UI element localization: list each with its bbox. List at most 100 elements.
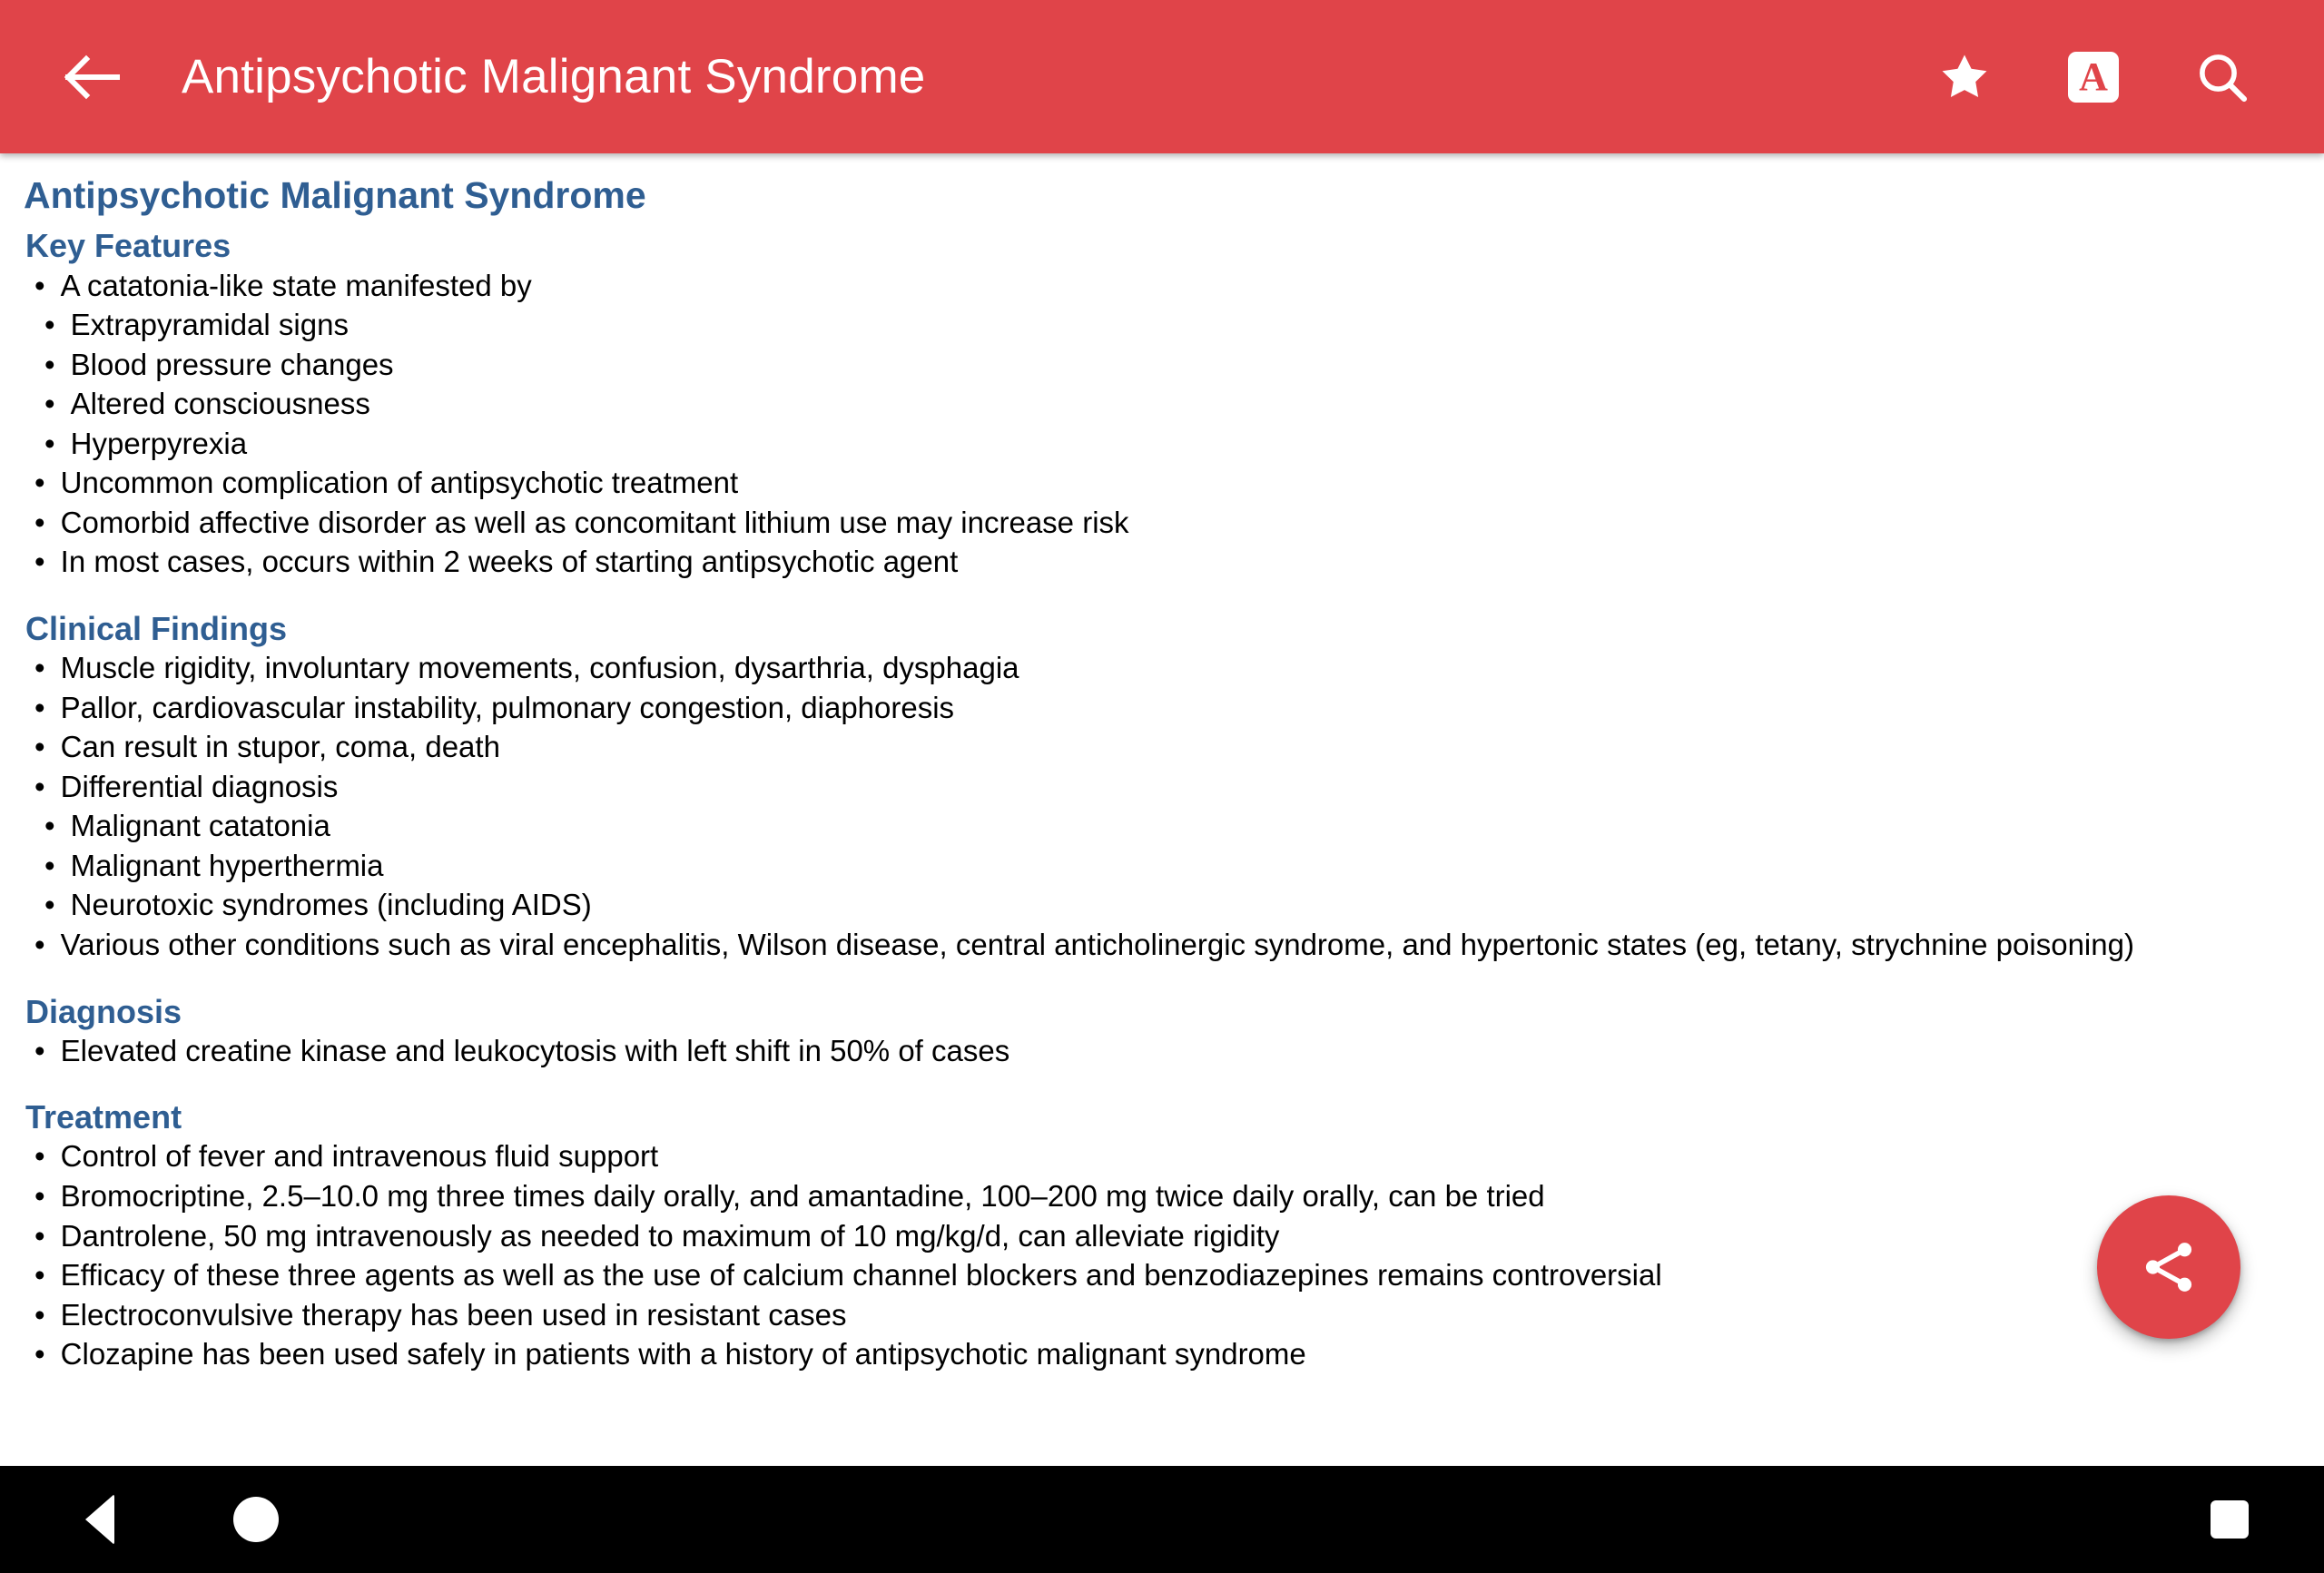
bullet-item: • Malignant catatonia <box>20 806 2297 846</box>
bullet-item: • Elevated creatine kinase and leukocyto… <box>20 1031 2295 1071</box>
bullet-glyph: • <box>44 308 71 342</box>
section-heading: Key Features <box>25 227 231 265</box>
bullet-text: Malignant hyperthermia <box>70 848 384 882</box>
section-heading: Treatment <box>25 1098 182 1136</box>
bullet-glyph: • <box>34 1139 61 1174</box>
bullet-text: Extrapyramidal signs <box>70 308 349 342</box>
bullet-glyph: • <box>34 730 61 764</box>
back-button[interactable] <box>51 35 134 119</box>
bullet-glyph: • <box>44 848 71 882</box>
bullet-text: Neurotoxic syndromes (including AIDS) <box>70 888 592 922</box>
star-icon <box>1942 54 1987 97</box>
bullet-text: A catatonia-like state manifested by <box>60 268 532 302</box>
bullet-item: • Various other conditions such as viral… <box>20 925 2295 965</box>
bullet-text: Differential diagnosis <box>60 769 339 803</box>
article-content: Antipsychotic Malignant Syndrome Key Fea… <box>0 153 2324 1466</box>
article-sections: Key Features • A catatonia-like state man… <box>20 226 2297 1373</box>
bullet-item: • Uncommon complication of antipsychotic… <box>20 463 2295 503</box>
bullet-glyph: • <box>44 387 71 421</box>
bullet-glyph: • <box>44 426 71 460</box>
bullet-glyph: • <box>34 1218 61 1253</box>
bullet-glyph: • <box>34 1258 61 1293</box>
bullet-text: Muscle rigidity, involuntary movements, … <box>60 651 1019 685</box>
bullet-item: • Differential diagnosis <box>20 767 2295 807</box>
article-title: Antipsychotic Malignant Syndrome <box>24 174 646 216</box>
bullet-item: • A catatonia-like state manifested by <box>20 266 2295 306</box>
bullet-text: Various other conditions such as viral e… <box>60 927 2134 961</box>
share-icon <box>2145 1243 2192 1292</box>
section-heading: Diagnosis <box>25 992 182 1030</box>
bullet-text: Uncommon complication of antipsychotic t… <box>60 466 739 500</box>
bullet-text: Clozapine has been used safely in patien… <box>60 1337 1306 1371</box>
bullet-glyph: • <box>34 927 61 961</box>
bullet-glyph: • <box>34 545 61 579</box>
bullet-text: Hyperpyrexia <box>70 426 248 460</box>
app-bar: Antipsychotic Malignant Syndrome A <box>0 0 2324 153</box>
bullet-item: • Electroconvulsive therapy has been use… <box>20 1295 2295 1335</box>
bullet-glyph: • <box>34 1178 61 1213</box>
bullet-glyph: • <box>44 347 71 381</box>
app-screen: Antipsychotic Malignant Syndrome A Antip… <box>0 0 2324 1573</box>
nav-home-button[interactable] <box>202 1466 310 1573</box>
bullet-item: • Hyperpyrexia <box>20 424 2297 464</box>
search-icon <box>2200 54 2248 102</box>
bullet-item: • Control of fever and intravenous fluid… <box>20 1136 2295 1176</box>
bullet-glyph: • <box>44 809 71 843</box>
back-arrow-icon <box>64 54 120 99</box>
bullet-glyph: • <box>34 1297 61 1332</box>
bullet-item: • In most cases, occurs within 2 weeks o… <box>20 542 2295 582</box>
bullet-item: • Comorbid affective disorder as well as… <box>20 503 2295 543</box>
bullet-text: Efficacy of these three agents as well a… <box>60 1258 1662 1293</box>
circle-home-icon <box>233 1497 279 1542</box>
bullet-glyph: • <box>34 268 61 302</box>
font-size-button[interactable]: A <box>2057 41 2130 113</box>
bullet-glyph: • <box>34 505 61 539</box>
bullet-item: • Blood pressure changes <box>20 345 2297 385</box>
bullet-item: • Muscle rigidity, involuntary movements… <box>20 648 2295 688</box>
bullet-text: Bromocriptine, 2.5–10.0 mg three times d… <box>60 1178 1545 1213</box>
bullet-glyph: • <box>34 651 61 685</box>
font-size-icon: A <box>2068 51 2119 103</box>
app-bar-actions: A <box>1928 41 2259 113</box>
bullet-text: Comorbid affective disorder as well as c… <box>60 505 1129 539</box>
bullet-item: • Clozapine has been used safely in pati… <box>20 1334 2295 1374</box>
bullet-text: Malignant catatonia <box>70 809 330 843</box>
bullet-glyph: • <box>34 466 61 500</box>
square-recents-icon <box>2211 1500 2249 1539</box>
bullet-item: • Altered consciousness <box>20 384 2297 424</box>
bullet-text: Electroconvulsive therapy has been used … <box>60 1297 847 1332</box>
bullet-item: • Malignant hyperthermia <box>20 846 2297 886</box>
bullet-text: Pallor, cardiovascular instability, pulm… <box>60 690 955 724</box>
bullet-item: • Efficacy of these three agents as well… <box>20 1255 2295 1295</box>
bullet-item: • Bromocriptine, 2.5–10.0 mg three times… <box>20 1176 2295 1216</box>
bullet-item: • Neurotoxic syndromes (including AIDS) <box>20 885 2297 925</box>
bookmark-button[interactable] <box>1928 41 2001 113</box>
nav-back-button[interactable] <box>45 1466 154 1573</box>
bullet-text: Elevated creatine kinase and leukocytosi… <box>60 1033 1010 1067</box>
bullet-item: • Can result in stupor, coma, death <box>20 727 2295 767</box>
bullet-glyph: • <box>34 1337 61 1371</box>
section-heading: Clinical Findings <box>25 609 288 647</box>
bullet-glyph: • <box>44 888 71 922</box>
nav-recents-button[interactable] <box>2175 1466 2284 1573</box>
bullet-item: • Dantrolene, 50 mg intravenously as nee… <box>20 1216 2295 1256</box>
bullet-glyph: • <box>34 769 61 803</box>
bullet-text: Control of fever and intravenous fluid s… <box>60 1139 659 1174</box>
bullet-text: Blood pressure changes <box>70 347 394 381</box>
bullet-glyph: • <box>34 690 61 724</box>
system-navigation-bar <box>0 1466 2324 1573</box>
bullet-text: Can result in stupor, coma, death <box>60 730 500 764</box>
triangle-back-icon <box>85 1494 114 1545</box>
bullet-item: • Extrapyramidal signs <box>20 305 2297 345</box>
bullet-text: Dantrolene, 50 mg intravenously as neede… <box>60 1218 1280 1253</box>
bullet-glyph: • <box>34 1033 61 1067</box>
bullet-item: • Pallor, cardiovascular instability, pu… <box>20 688 2295 728</box>
page-title: Antipsychotic Malignant Syndrome <box>182 50 926 103</box>
bullet-text: Altered consciousness <box>70 387 370 421</box>
bullet-text: In most cases, occurs within 2 weeks of … <box>60 545 959 579</box>
search-button[interactable] <box>2186 41 2259 113</box>
share-button[interactable] <box>2097 1195 2240 1339</box>
